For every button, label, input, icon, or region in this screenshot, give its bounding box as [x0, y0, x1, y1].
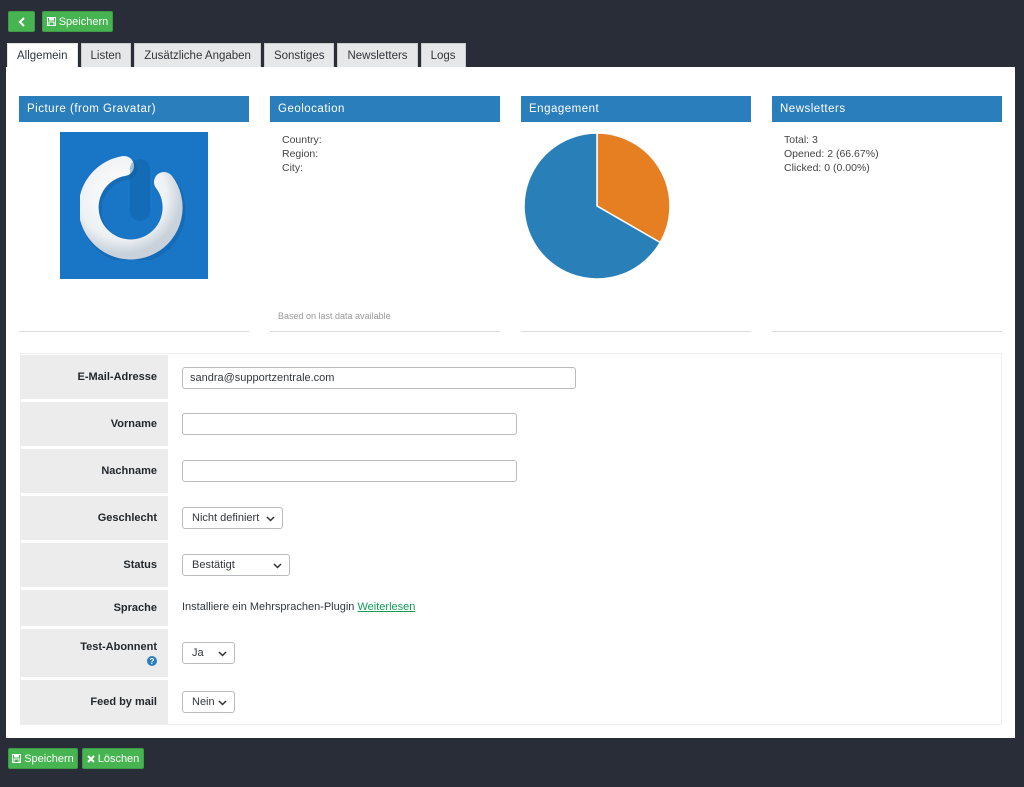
chevron-down-icon — [266, 516, 275, 522]
delete-button[interactable]: Löschen — [82, 748, 144, 769]
tab-allgemein[interactable]: Allgemein — [7, 43, 78, 68]
status-select-value: Bestätigt — [192, 559, 235, 571]
engagement-box: Engagement — [521, 96, 751, 332]
form-row-test: Test-Abonnent ? Ja — [21, 629, 1001, 677]
language-info: Installiere ein Mehrsprachen-Plugin Weit… — [182, 601, 415, 613]
chevron-down-icon — [218, 700, 227, 706]
tab-bar: Allgemein Listen Zusätzliche Angaben Son… — [7, 43, 466, 68]
main-panel: Picture (from Gravatar) Geolocation Coun… — [6, 67, 1015, 738]
lastname-label: Nachname — [21, 449, 168, 493]
gravatar-logo-icon — [80, 155, 186, 260]
save-button[interactable]: Speichern — [8, 748, 78, 769]
test-label-text: Test-Abonnent — [80, 641, 157, 653]
tab-listen[interactable]: Listen — [80, 43, 132, 67]
status-label: Status — [21, 543, 168, 587]
test-label: Test-Abonnent — [21, 629, 168, 677]
form-row-language: Sprache Installiere ein Mehrsprachen-Plu… — [21, 590, 1001, 626]
tab-zusaetzliche-angaben[interactable]: Zusätzliche Angaben — [134, 43, 261, 67]
form-row-status: Status Bestätigt — [21, 543, 1001, 587]
region-label: Region: — [282, 148, 319, 160]
delete-button-label: Löschen — [97, 752, 140, 765]
avatar — [60, 132, 208, 279]
floppy-disk-icon — [46, 17, 56, 26]
newsletters-opened: Opened: 2 (66.67%) — [784, 148, 879, 160]
save-button-label: Speichern — [58, 15, 109, 28]
chevron-down-icon — [273, 563, 282, 569]
question-circle-icon[interactable]: ? — [147, 656, 157, 666]
email-field[interactable]: sandra@supportzentrale.com — [182, 367, 576, 389]
form-row-feed: Feed by mail Nein — [21, 680, 1001, 724]
test-select[interactable]: Ja — [182, 642, 235, 664]
geolocation-note: Based on last data available — [278, 311, 391, 321]
status-select[interactable]: Bestätigt — [182, 554, 290, 576]
form-row-gender: Geschlecht Nicht definiert — [21, 496, 1001, 540]
picture-box-title: Picture (from Gravatar) — [19, 96, 249, 122]
read-more-link[interactable]: Weiterlesen — [358, 601, 416, 613]
newsletters-clicked: Clicked: 0 (0.00%) — [784, 162, 870, 174]
city-label: City: — [282, 162, 303, 174]
newsletters-box-title: Newsletters — [772, 96, 1002, 122]
firstname-label: Vorname — [21, 402, 168, 446]
gender-select[interactable]: Nicht definiert — [182, 507, 283, 529]
subscriber-form: E-Mail-Adresse sandra@supportzentrale.co… — [20, 353, 1002, 725]
engagement-pie-chart — [523, 132, 671, 280]
engagement-box-title: Engagement — [521, 96, 751, 122]
lastname-field[interactable] — [182, 460, 517, 482]
chevron-down-icon — [218, 651, 227, 657]
picture-box: Picture (from Gravatar) — [19, 96, 249, 332]
language-info-text: Installiere ein Mehrsprachen-Plugin — [182, 601, 355, 613]
geolocation-box: Geolocation Country: Region: City: Based… — [270, 96, 500, 332]
newsletters-total: Total: 3 — [784, 134, 818, 146]
test-select-value: Ja — [192, 647, 204, 659]
country-label: Country: — [282, 134, 322, 146]
tab-sonstiges[interactable]: Sonstiges — [263, 43, 335, 67]
form-row-lastname: Nachname — [21, 449, 1001, 493]
back-button[interactable] — [8, 11, 35, 32]
newsletters-box: Newsletters Total: 3 Opened: 2 (66.67%) … — [772, 96, 1002, 332]
gender-label: Geschlecht — [21, 496, 168, 540]
feed-label: Feed by mail — [21, 680, 168, 724]
form-row-firstname: Vorname — [21, 402, 1001, 446]
feed-select-value: Nein — [192, 696, 215, 708]
save-button-label: Speichern — [24, 752, 74, 765]
gender-select-value: Nicht definiert — [192, 512, 260, 524]
tab-newsletters[interactable]: Newsletters — [337, 43, 418, 67]
chevron-left-icon — [18, 16, 25, 27]
email-label: E-Mail-Adresse — [21, 355, 168, 399]
x-icon — [86, 754, 95, 763]
tab-logs[interactable]: Logs — [420, 43, 466, 67]
language-label: Sprache — [21, 590, 168, 626]
firstname-field[interactable] — [182, 413, 517, 435]
feed-select[interactable]: Nein — [182, 691, 235, 713]
floppy-disk-icon — [12, 754, 22, 763]
form-row-email: E-Mail-Adresse sandra@supportzentrale.co… — [21, 355, 1001, 399]
geolocation-box-title: Geolocation — [270, 96, 500, 122]
save-button-top[interactable]: Speichern — [42, 11, 113, 32]
